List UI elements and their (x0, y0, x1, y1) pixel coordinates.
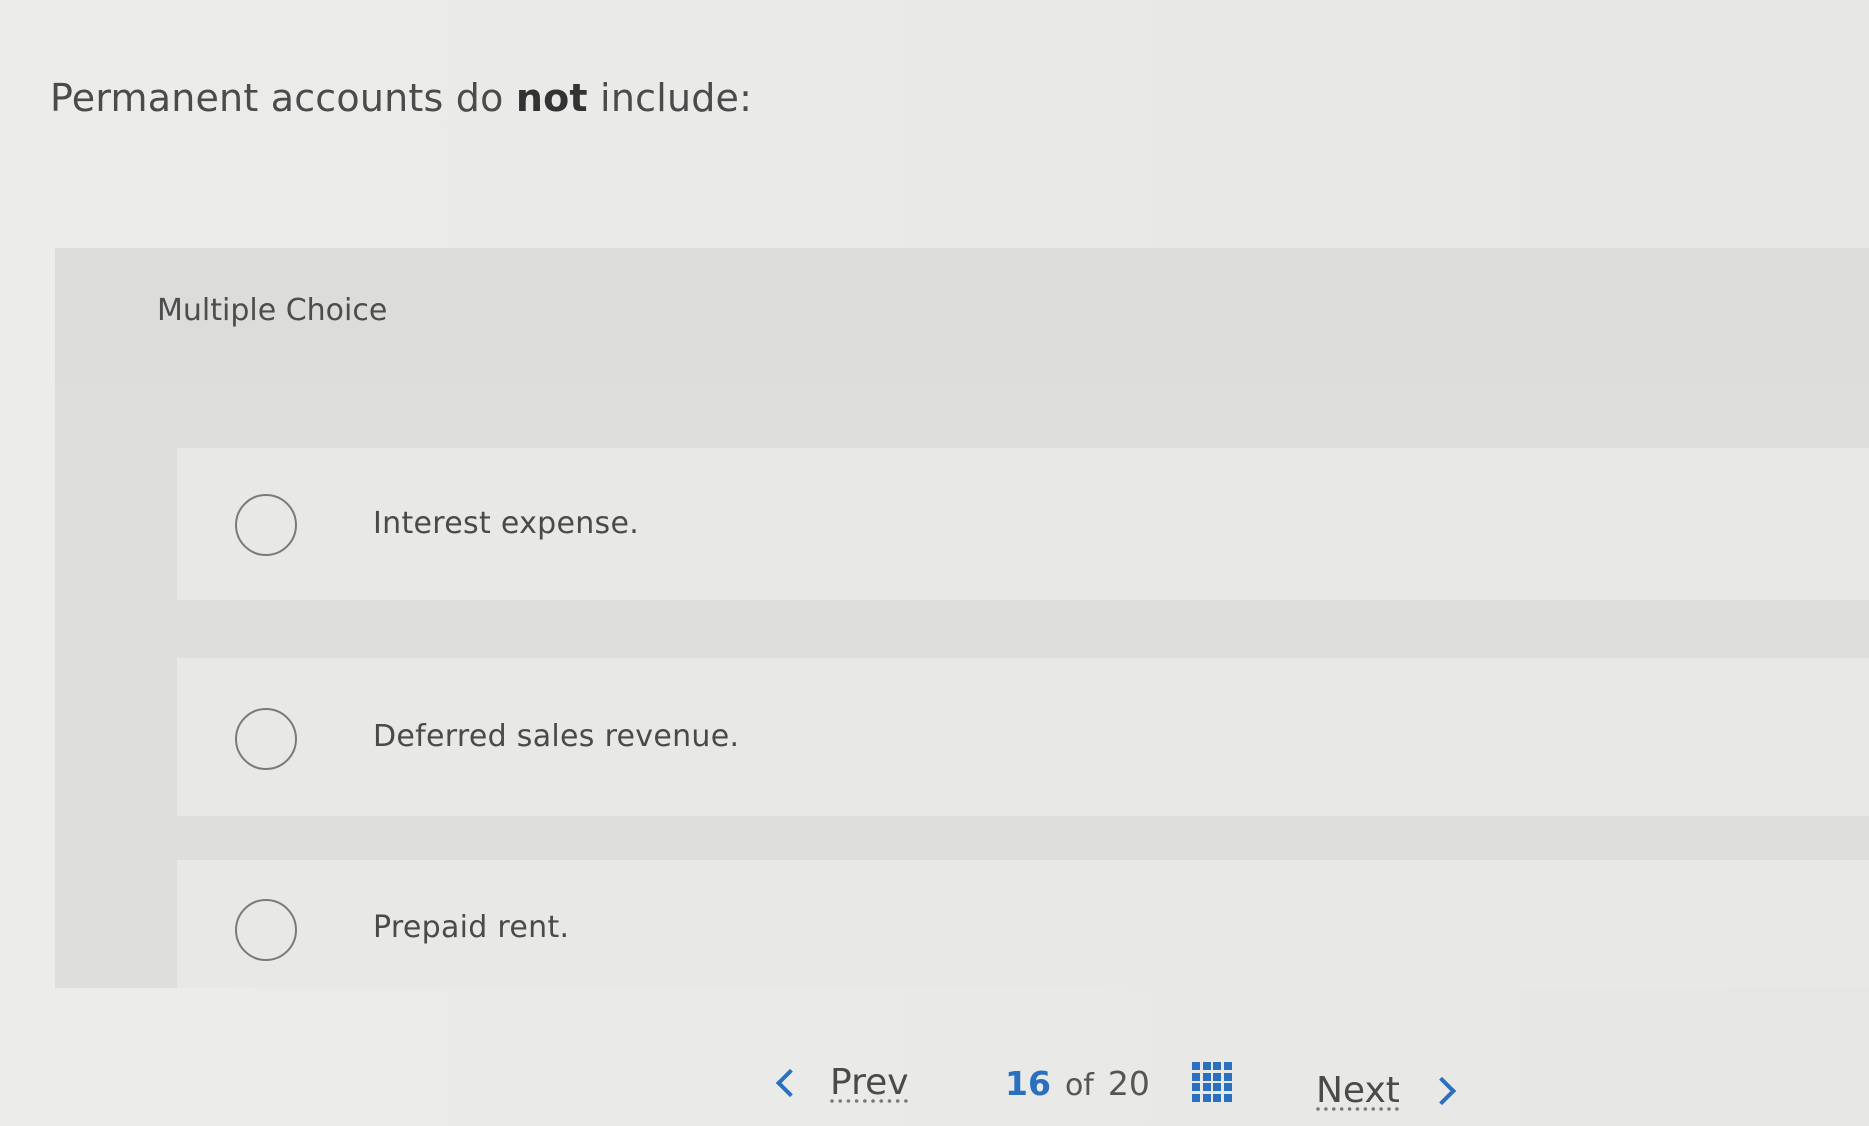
choice-option-deferred-sales-revenue[interactable]: Deferred sales revenue. (177, 658, 1869, 816)
choice-label: Deferred sales revenue. (373, 719, 740, 754)
grid-icon[interactable] (1192, 1062, 1232, 1102)
question-text-before: Permanent accounts do (50, 76, 516, 120)
choice-option-prepaid-rent[interactable]: Prepaid rent. (177, 860, 1869, 988)
prev-button[interactable]: Prev (775, 1062, 909, 1103)
choice-option-interest-expense[interactable]: Interest expense. (177, 448, 1869, 600)
next-button[interactable]: Next (1316, 1070, 1457, 1111)
page-of-label: of (1064, 1068, 1094, 1103)
total-pages-number: 20 (1107, 1064, 1150, 1103)
choice-label: Interest expense. (373, 506, 640, 541)
question-prompt: Permanent accounts do not include: (50, 76, 752, 120)
quiz-page: Permanent accounts do not include: Multi… (0, 0, 1869, 1126)
current-page-number: 16 (1005, 1064, 1051, 1103)
radio-button[interactable] (235, 899, 297, 961)
page-indicator: 16 of 20 (1005, 1064, 1150, 1103)
next-label: Next (1316, 1070, 1400, 1111)
chevron-right-icon (1427, 1076, 1457, 1105)
prev-label: Prev (830, 1062, 909, 1103)
question-type-label: Multiple Choice (157, 293, 388, 328)
question-text-after: include: (587, 76, 753, 120)
question-navigation: Prev 16 of 20 Next (0, 1058, 1869, 1118)
question-text-emphasis: not (515, 76, 588, 120)
radio-button[interactable] (235, 708, 297, 770)
multiple-choice-panel: Multiple Choice Interest expense. Deferr… (55, 248, 1869, 988)
radio-button[interactable] (235, 494, 297, 556)
choice-label: Prepaid rent. (373, 910, 570, 945)
chevron-left-icon (775, 1068, 805, 1097)
multiple-choice-header: Multiple Choice (55, 248, 1869, 384)
